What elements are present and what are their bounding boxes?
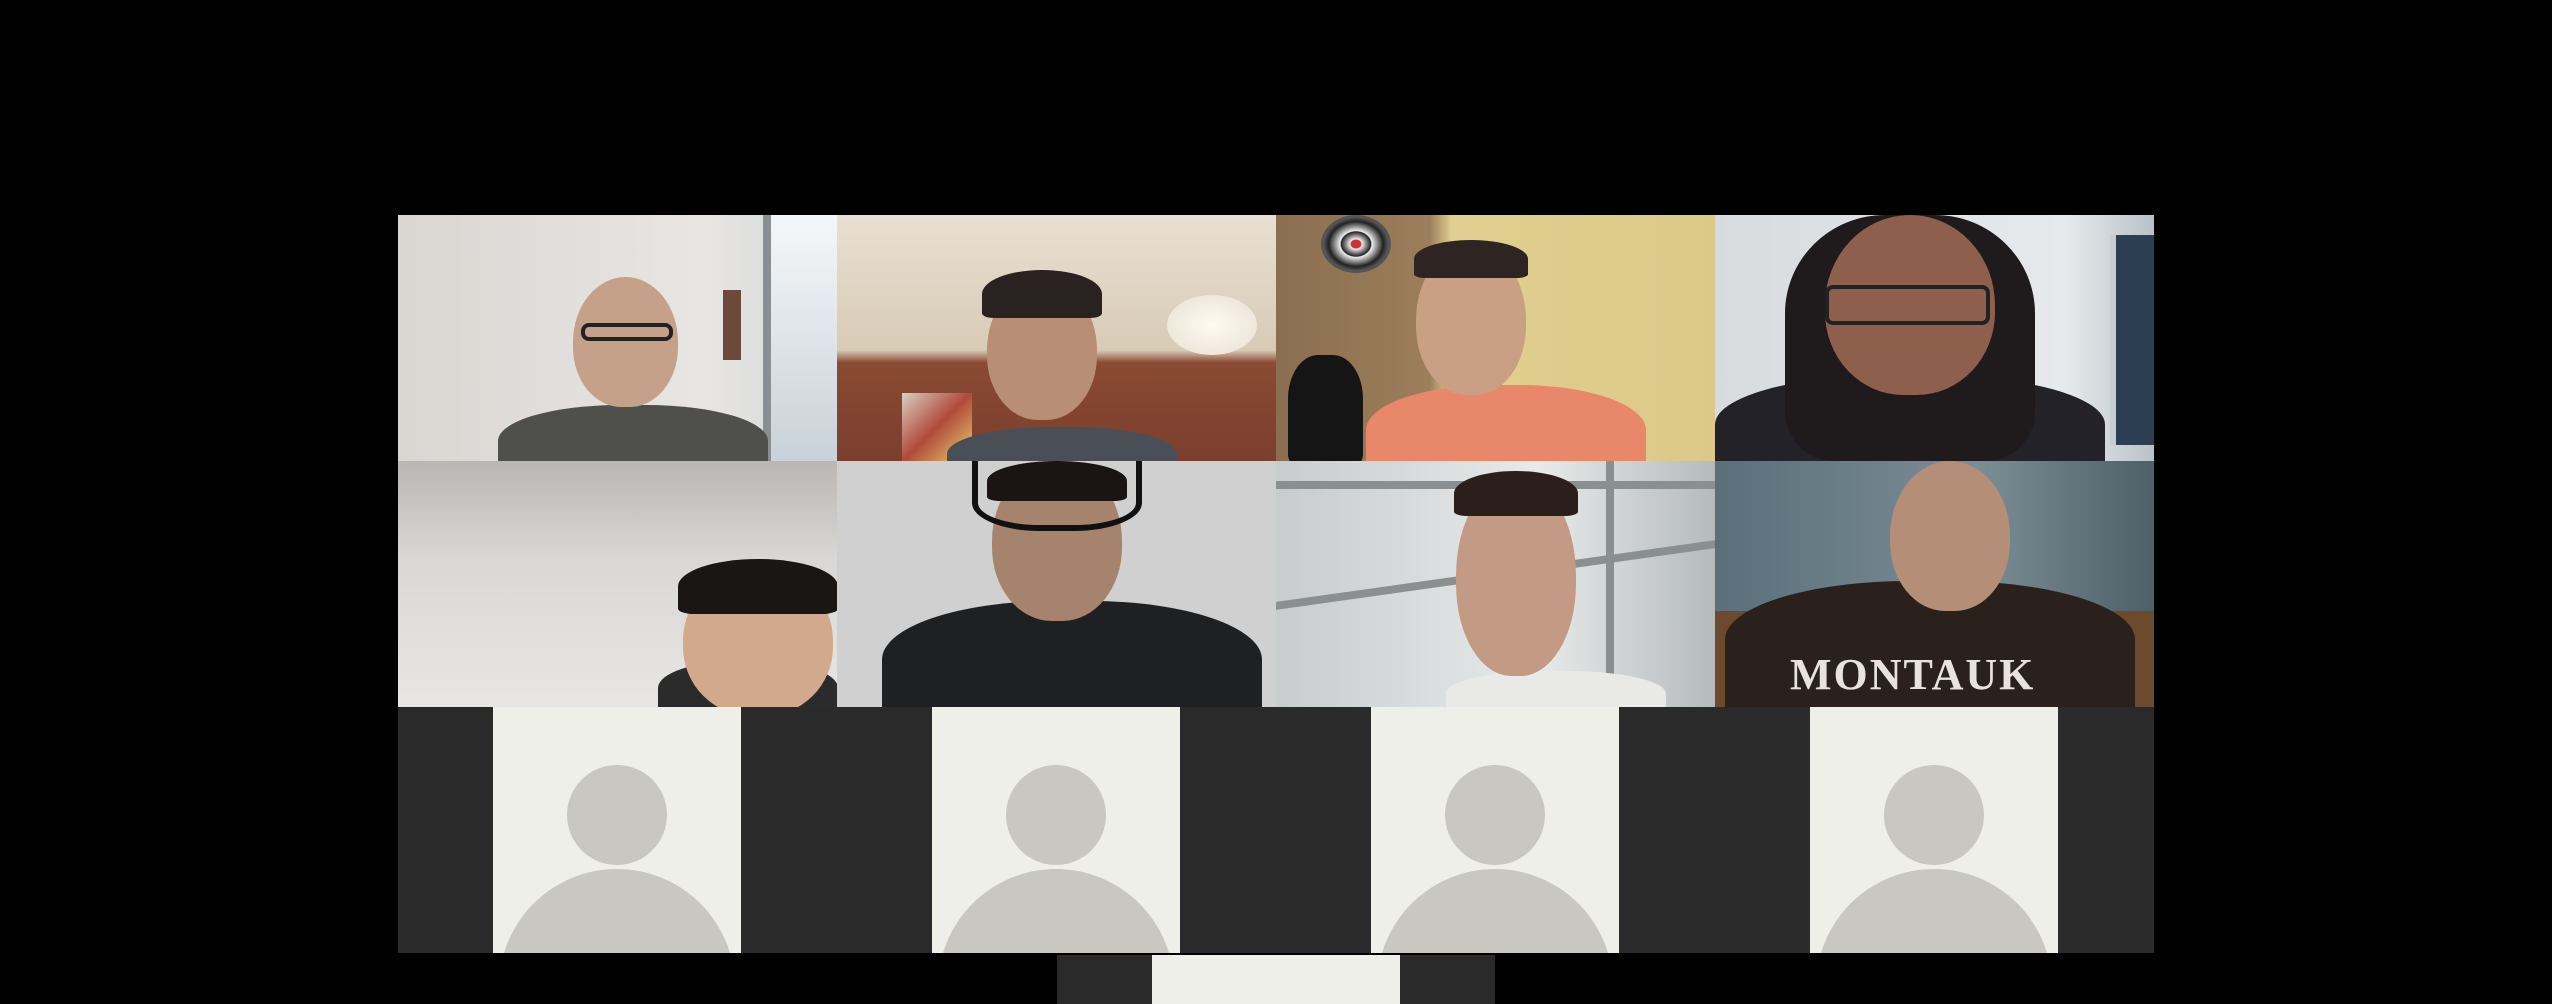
participant-tile-12[interactable] <box>1715 707 2154 953</box>
default-avatar-icon <box>567 765 667 865</box>
default-avatar-icon <box>1884 765 1984 865</box>
person-hair <box>1454 471 1578 516</box>
avatar-body <box>1377 869 1613 953</box>
headset-icon <box>972 461 1142 531</box>
participant-tile-11[interactable] <box>1276 707 1715 953</box>
participant-tile-3[interactable] <box>1276 215 1715 461</box>
participant-tile-6[interactable] <box>837 461 1276 707</box>
default-avatar-icon <box>1445 765 1545 865</box>
guitar-case <box>1288 355 1363 461</box>
person-torso <box>1446 671 1666 707</box>
person-head <box>573 277 678 407</box>
avatar-card <box>932 707 1180 953</box>
person-torso <box>498 405 768 461</box>
participant-tile-13[interactable] <box>1057 955 1495 1004</box>
person-torso <box>1366 385 1646 461</box>
participant-tile-8[interactable]: MONTAUK <box>1715 461 2154 707</box>
participant-tile-2[interactable] <box>837 215 1276 461</box>
window <box>763 215 837 461</box>
person-head <box>1890 461 2010 611</box>
glasses <box>1825 285 1990 325</box>
glasses <box>581 323 673 341</box>
person-hair <box>678 559 837 614</box>
person-hair <box>982 270 1102 318</box>
door-frame <box>2110 235 2154 445</box>
default-avatar-icon <box>1006 765 1106 865</box>
picture-frame <box>723 290 741 360</box>
person-hair <box>1414 240 1528 278</box>
avatar-card <box>1152 955 1400 1004</box>
avatar-body <box>1816 869 2052 953</box>
participant-tile-10[interactable] <box>837 707 1276 953</box>
avatar-card <box>1371 707 1619 953</box>
avatar-body <box>499 869 735 953</box>
participant-tile-4[interactable] <box>1715 215 2154 461</box>
lamp-light <box>1167 295 1257 355</box>
avatar-body <box>938 869 1174 953</box>
participant-tile-5[interactable] <box>398 461 837 707</box>
participant-tile-7[interactable] <box>1276 461 1715 707</box>
participant-tile-9[interactable] <box>398 707 837 953</box>
participant-tile-1[interactable] <box>398 215 837 461</box>
video-grid: MONTAUK <box>398 215 2154 955</box>
avatar-card <box>493 707 741 953</box>
dartboard <box>1321 215 1391 273</box>
shirt-text: MONTAUK <box>1790 650 2036 699</box>
avatar-card <box>1810 707 2058 953</box>
window-pane <box>1606 461 1614 707</box>
